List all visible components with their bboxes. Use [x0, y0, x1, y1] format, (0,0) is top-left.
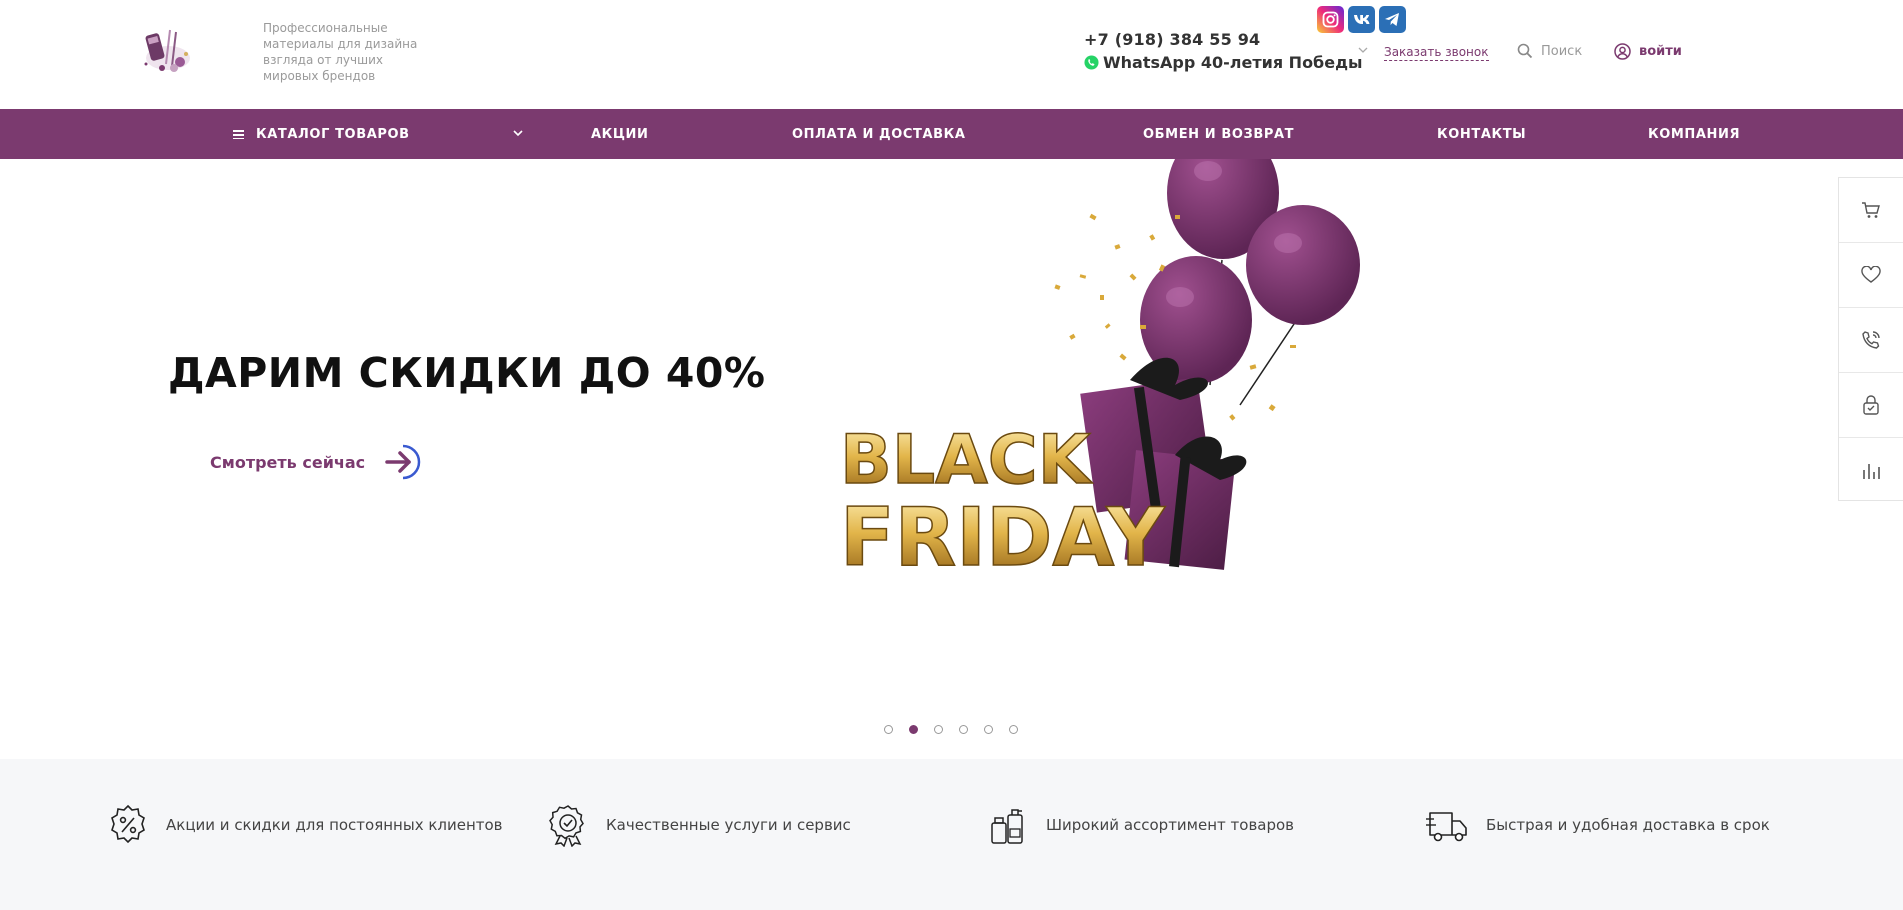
cart-icon — [1862, 202, 1880, 218]
side-panel — [1838, 177, 1903, 501]
hero-slider: ДАРИМ СКИДКИ ДО 40% Смотреть сейчас BLAC… — [0, 159, 1903, 759]
search-icon — [1517, 43, 1533, 59]
side-orders-button[interactable] — [1839, 373, 1903, 438]
whatsapp-label: WhatsApp 40-летия Победы — [1103, 53, 1363, 72]
nav-item-payment-delivery[interactable]: ОПЛАТА И ДОСТАВКА — [792, 109, 966, 159]
feature-item: Акции и скидки для постоянных клиентов — [106, 803, 503, 847]
login-label: войти — [1639, 44, 1682, 59]
side-favorites-button[interactable] — [1839, 243, 1903, 308]
burger-icon — [233, 129, 244, 139]
phone-callback-icon — [1862, 331, 1880, 349]
whatsapp-icon — [1084, 55, 1099, 70]
feature-item: Широкий ассортимент товаров — [986, 803, 1294, 847]
compare-icon — [1863, 463, 1880, 479]
nav-item-company[interactable]: КОМПАНИЯ — [1648, 109, 1740, 159]
chevron-down-icon[interactable] — [1358, 46, 1368, 54]
products-icon — [991, 809, 1023, 844]
user-icon — [1614, 43, 1631, 60]
main-nav: КАТАЛОГ ТОВАРОВ АКЦИИ ОПЛАТА И ДОСТАВКА … — [0, 109, 1903, 159]
logo[interactable] — [136, 24, 200, 80]
site-tagline: Профессиональные материалы для дизайна в… — [263, 21, 418, 83]
discount-badge-icon — [111, 804, 145, 844]
black-friday-banner-image: BLACK FRIDAY — [839, 159, 1360, 585]
site-header: Профессиональные материалы для дизайна в… — [0, 0, 1903, 109]
banner-friday-text: FRIDAY — [840, 491, 1166, 584]
nav-catalog-label: КАТАЛОГ ТОВАРОВ — [256, 126, 410, 142]
slider-dot[interactable] — [1009, 725, 1018, 734]
features-bar: Акции и скидки для постоянных клиентов К… — [0, 759, 1903, 910]
side-callback-button[interactable] — [1839, 308, 1903, 373]
hero-cta-button[interactable]: Смотреть сейчас — [210, 442, 423, 482]
arrow-right-icon — [385, 444, 421, 480]
feature-text: Быстрая и удобная доставка в срок — [1486, 816, 1770, 834]
slider-dot[interactable] — [884, 725, 893, 734]
callback-link[interactable]: Заказать звонок — [1384, 45, 1489, 61]
feature-text: Качественные услуги и сервис — [606, 816, 851, 834]
social-links — [1317, 6, 1406, 33]
delivery-truck-icon — [1426, 812, 1467, 842]
slider-dot[interactable] — [959, 725, 968, 734]
feature-item: Качественные услуги и сервис — [546, 803, 851, 847]
slider-dots — [884, 725, 1018, 734]
vk-icon[interactable] — [1348, 6, 1375, 33]
lock-bag-icon — [1863, 395, 1879, 415]
search-label: Поиск — [1541, 43, 1583, 59]
quality-badge-icon — [549, 805, 584, 847]
nav-item-promotions[interactable]: АКЦИИ — [591, 109, 649, 159]
nav-item-contacts[interactable]: КОНТАКТЫ — [1437, 109, 1526, 159]
login-button[interactable]: войти — [1614, 43, 1682, 60]
telegram-icon[interactable] — [1379, 6, 1406, 33]
phone-number[interactable]: +7 (918) 384 55 94 — [1084, 30, 1260, 49]
heart-icon — [1861, 266, 1881, 283]
whatsapp-link[interactable]: WhatsApp 40-летия Победы — [1084, 53, 1362, 72]
feature-text: Широкий ассортимент товаров — [1046, 816, 1295, 834]
slider-dot[interactable] — [984, 725, 993, 734]
slider-dot[interactable] — [934, 725, 943, 734]
feature-text: Акции и скидки для постоянных клиентов — [166, 816, 503, 834]
slider-dot-active[interactable] — [909, 725, 918, 734]
side-compare-button[interactable] — [1839, 438, 1903, 503]
side-cart-button[interactable] — [1839, 178, 1903, 243]
nav-catalog[interactable]: КАТАЛОГ ТОВАРОВ — [233, 109, 410, 159]
feature-item: Быстрая и удобная доставка в срок — [1426, 803, 1770, 847]
hero-title: ДАРИМ СКИДКИ ДО 40% — [168, 349, 766, 397]
hero-cta-label: Смотреть сейчас — [210, 452, 366, 472]
chevron-down-icon[interactable] — [513, 129, 523, 137]
banner-black-text: BLACK — [840, 421, 1093, 500]
search-button[interactable]: Поиск — [1517, 43, 1582, 59]
instagram-icon[interactable] — [1317, 6, 1344, 33]
nav-item-returns[interactable]: ОБМЕН И ВОЗВРАТ — [1143, 109, 1294, 159]
